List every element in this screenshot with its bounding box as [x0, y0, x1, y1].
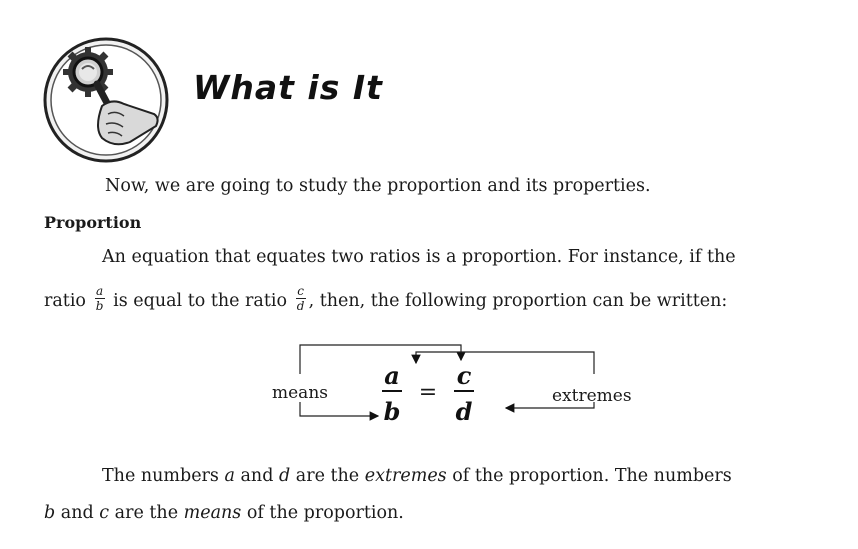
definition-text: ratio	[44, 291, 86, 311]
definition-text: is equal to the ratio	[113, 291, 288, 311]
extremes-top-bracket	[411, 351, 595, 374]
variable-d: d	[279, 466, 291, 486]
means-term: means	[183, 503, 242, 523]
ratio-a-over-b: a b	[94, 284, 105, 313]
equals-sign: =	[419, 380, 437, 405]
ratio-c-over-d: c d	[295, 284, 306, 313]
ratio-denominator: d	[296, 299, 305, 313]
closing-text: are the	[295, 466, 360, 486]
section-heading: Proportion	[44, 213, 142, 232]
closing-line-2: b and c are the means of the proportion.	[44, 503, 404, 523]
denominator-d: d	[456, 397, 473, 426]
denominator-b: b	[384, 397, 401, 426]
extremes-term: extremes	[364, 466, 447, 486]
ratio-denominator: b	[95, 299, 104, 313]
closing-text: The numbers	[102, 466, 219, 486]
means-top-bracket	[299, 344, 466, 374]
intro-paragraph: Now, we are going to study the proportio…	[105, 176, 651, 196]
proportion-diagram: means extremes a b = c d	[0, 335, 858, 435]
means-bottom-bracket	[299, 402, 380, 421]
extremes-label: extremes	[552, 386, 632, 406]
closing-text: and	[240, 466, 274, 486]
page-title: What is It	[193, 68, 383, 107]
closing-line-1: The numbers a and d are the extremes of …	[102, 466, 732, 486]
closing-text: are the	[114, 503, 179, 523]
numerator-a: a	[384, 361, 400, 390]
variable-c: c	[99, 503, 110, 523]
ratio-numerator: a	[95, 284, 104, 298]
variable-a: a	[224, 466, 235, 486]
numerator-c: c	[457, 361, 472, 390]
means-label: means	[272, 383, 328, 403]
definition-line-2: ratio a b is equal to the ratio c d , th…	[44, 284, 728, 315]
definition-line-1: An equation that equates two ratios is a…	[102, 247, 736, 267]
definition-text: , then, the following proportion can be …	[308, 291, 728, 311]
ratio-numerator: c	[297, 284, 304, 298]
variable-b: b	[44, 503, 56, 523]
magnifying-glass-icon	[42, 36, 170, 164]
closing-text: and	[60, 503, 94, 523]
closing-text: of the proportion.	[246, 503, 404, 523]
closing-text: of the proportion. The numbers	[452, 466, 732, 486]
